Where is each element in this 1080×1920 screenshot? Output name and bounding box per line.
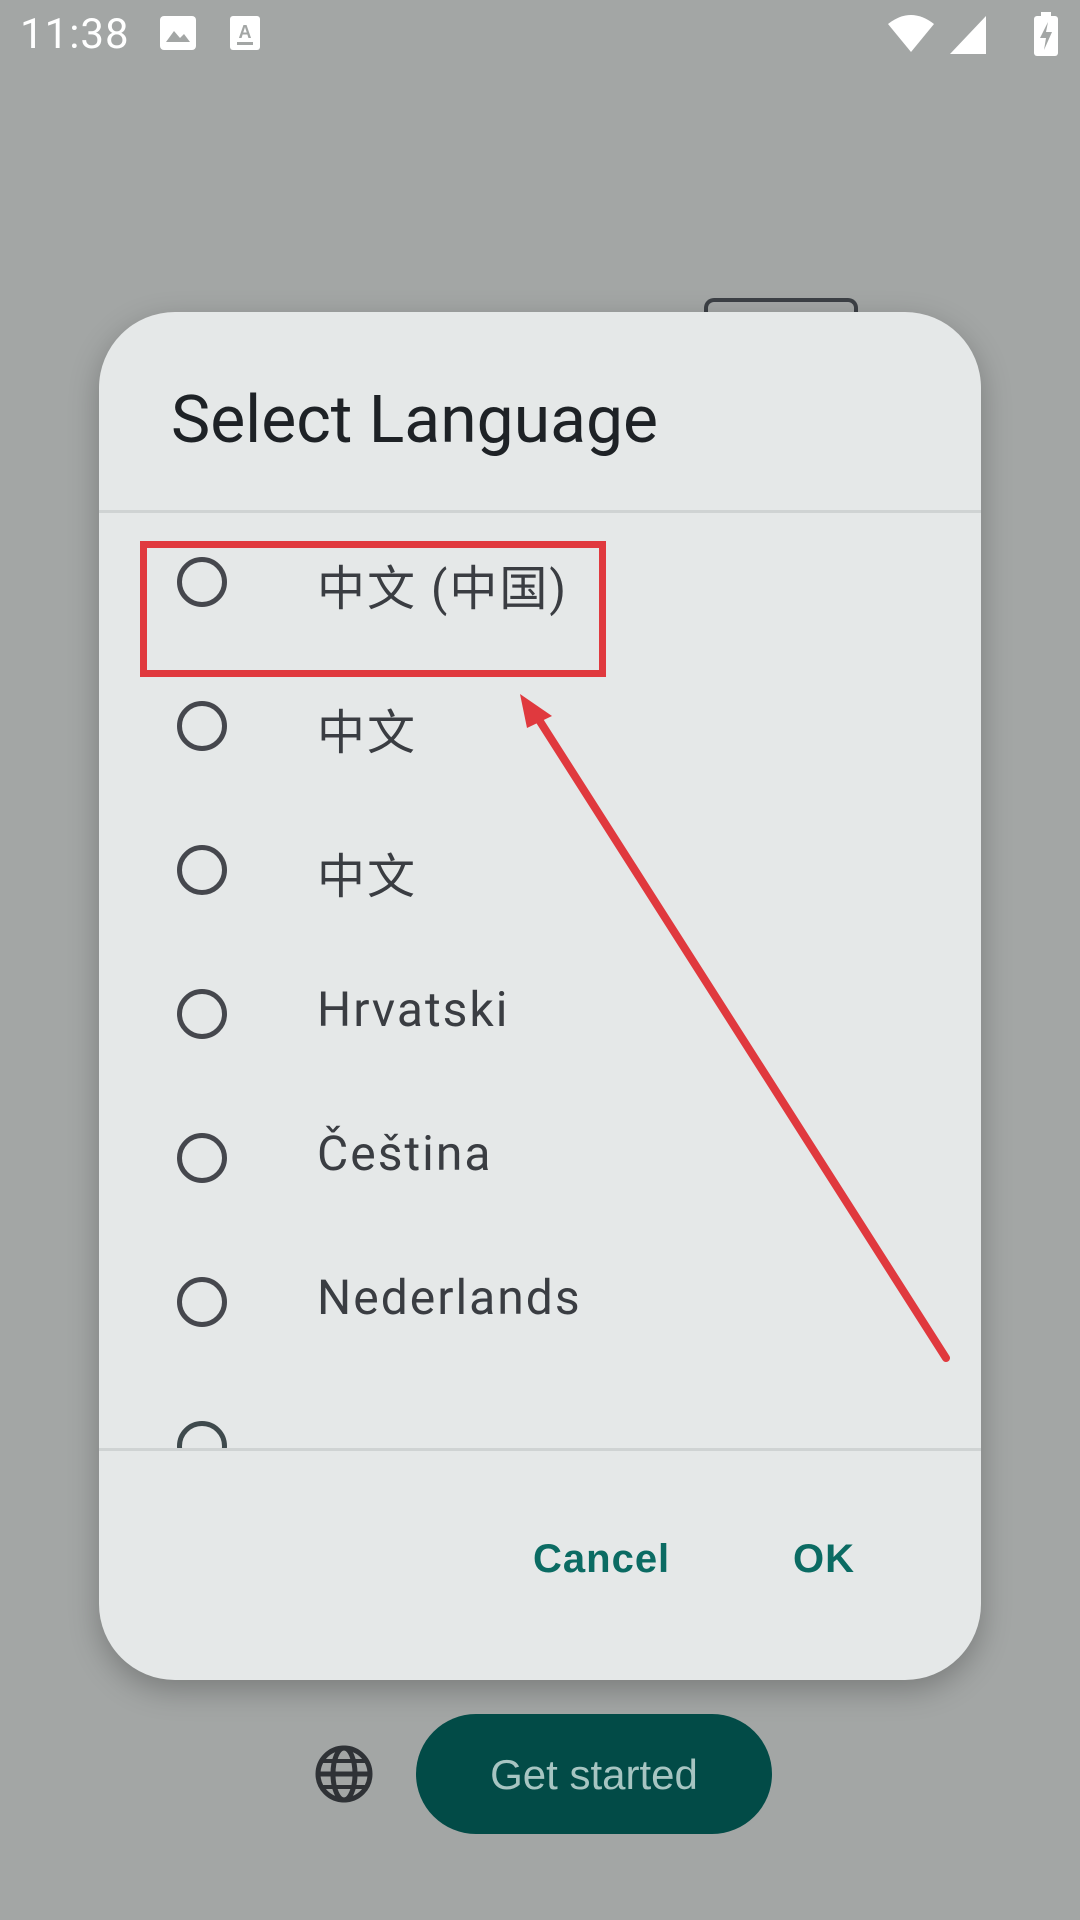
annotation-arrow [520, 694, 950, 1362]
globe-icon[interactable] [314, 1744, 374, 1804]
get-started-button[interactable]: Get started [416, 1714, 772, 1834]
